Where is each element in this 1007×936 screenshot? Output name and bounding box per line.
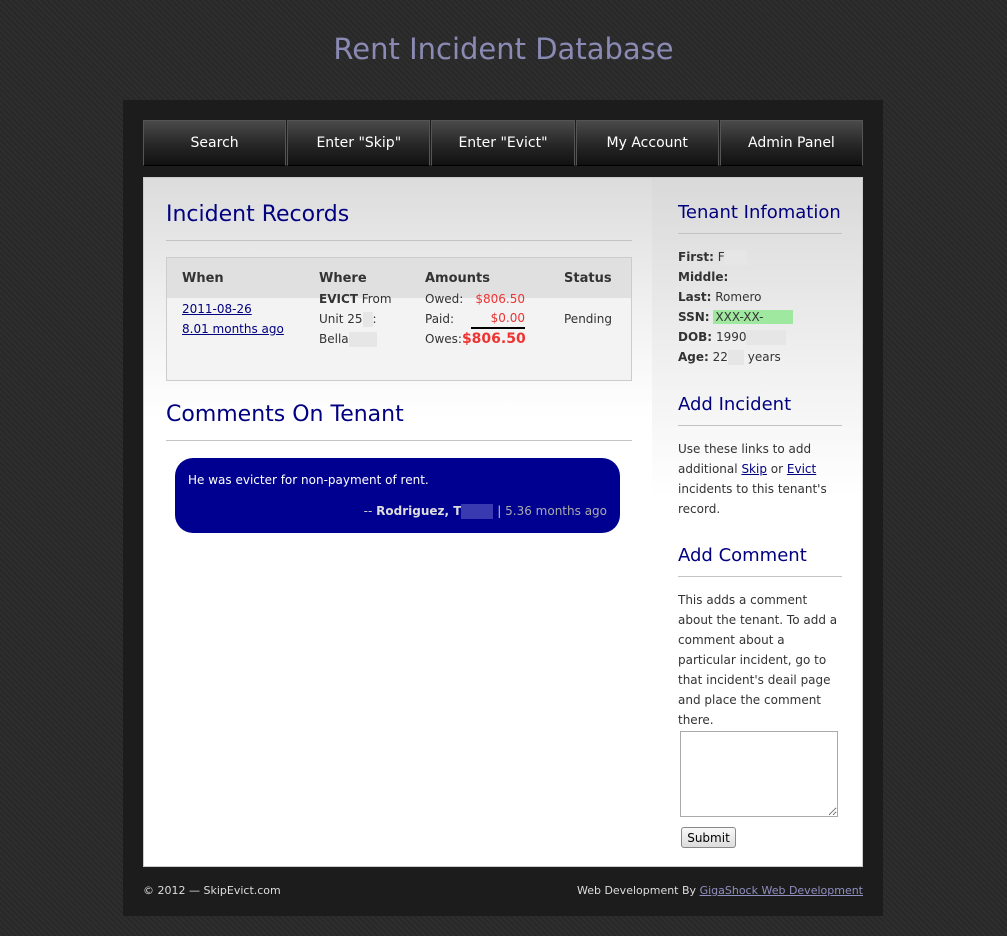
add-incident-block: Add Incident Use these links to add addi… <box>678 394 842 519</box>
footer-credits: Web Development By GigaShock Web Develop… <box>577 884 863 897</box>
page-wrapper: Search Enter "Skip" Enter "Evict" My Acc… <box>123 100 883 916</box>
incident-table: When Where Amounts Status 2011-08-26 8.0… <box>166 257 632 381</box>
owes-line: Owes: $806.50 <box>425 329 526 349</box>
site-title: Rent Incident Database <box>333 32 674 66</box>
comment-text: He was evicter for non-payment of rent. <box>188 473 429 487</box>
incident-records-header: Incident Records <box>166 202 632 241</box>
info-middle: Middle: <box>678 270 729 284</box>
skip-link[interactable]: Skip <box>741 462 767 476</box>
add-comment-header: Add Comment <box>678 545 842 577</box>
where-cell: EVICT From Unit 25: Bella <box>319 289 392 349</box>
comments-title: Comments On Tenant <box>166 402 404 427</box>
place-label: Bella <box>319 332 349 346</box>
tenant-info-title: Tenant Infomation <box>678 202 841 223</box>
tenant-info-block: Tenant Infomation First: F Middle: Last:… <box>678 202 842 367</box>
info-last: Last: Romero <box>678 290 762 304</box>
unit-suffix: : <box>372 312 377 326</box>
table-header: When Where Amounts Status <box>167 258 631 298</box>
unit-label: Unit 25 <box>319 312 363 326</box>
add-comment-title: Add Comment <box>678 545 807 566</box>
nav-enter-evict[interactable]: Enter "Evict" <box>431 120 575 166</box>
nav-search[interactable]: Search <box>143 120 287 166</box>
evict-link[interactable]: Evict <box>787 462 816 476</box>
incident-date-link[interactable]: 2011-08-26 <box>182 302 252 316</box>
footer-dev-label: Web Development By <box>576 884 697 897</box>
owes-label: Owes: <box>425 332 462 346</box>
header-amounts: Amounts <box>425 271 490 286</box>
owed-label: Owed: <box>425 292 464 306</box>
redacted-block <box>362 312 373 327</box>
footer-copyright: © 2012 — SkipEvict.com <box>143 884 281 897</box>
add-comment-block: Add Comment This adds a comment about th… <box>678 545 842 730</box>
comment-time: 5.36 months ago <box>505 504 607 518</box>
add-incident-title: Add Incident <box>678 394 792 415</box>
header-status: Status <box>564 271 612 286</box>
comment-prefix: -- <box>363 504 373 518</box>
tenant-info-header: Tenant Infomation <box>678 202 842 234</box>
redacted-block <box>727 350 744 365</box>
header-when: When <box>182 271 224 286</box>
info-dob: DOB: 1990 <box>678 327 842 347</box>
footer-dev-link[interactable]: GigaShock Web Development <box>700 884 863 897</box>
main-column: Incident Records When Where Amounts Stat… <box>144 178 652 866</box>
add-incident-text: Use these links to add additional Skip o… <box>678 442 827 516</box>
incident-ago-link[interactable]: 8.01 months ago <box>182 322 284 336</box>
redacted-block <box>348 332 377 347</box>
ssn-value: XXX-XX- <box>713 310 794 324</box>
nav-enter-skip[interactable]: Enter "Skip" <box>287 120 431 166</box>
redacted-block <box>724 250 747 265</box>
paid-line: Paid: $0.00 <box>425 309 525 329</box>
info-first: First: F <box>678 247 842 267</box>
comment-author: Rodriguez, T <box>376 504 462 518</box>
content-panel: Incident Records When Where Amounts Stat… <box>143 177 863 867</box>
add-comment-text: This adds a comment about the tenant. To… <box>678 593 838 727</box>
main-nav: Search Enter "Skip" Enter "Evict" My Acc… <box>143 120 864 166</box>
add-incident-header: Add Incident <box>678 394 842 426</box>
nav-my-account[interactable]: My Account <box>575 120 719 166</box>
comment-signature: -- Rodriguez, T | 5.36 months ago <box>364 504 607 519</box>
comment-separator: | <box>497 504 502 518</box>
comment-bubble: He was evicter for non-payment of rent. … <box>175 458 620 533</box>
redacted-block <box>746 330 787 345</box>
nav-admin-panel[interactable]: Admin Panel <box>719 120 864 166</box>
paid-label: Paid: <box>425 312 455 326</box>
header-where: Where <box>319 271 367 286</box>
status-cell: Pending <box>564 312 612 326</box>
when-cell: 2011-08-26 8.01 months ago <box>182 299 284 339</box>
redacted-block <box>461 504 494 519</box>
incident-type: EVICT <box>319 292 358 306</box>
owed-value: $806.50 <box>475 292 525 306</box>
submit-button[interactable]: Submit <box>681 827 736 848</box>
comments-header: Comments On Tenant <box>166 402 632 441</box>
sidebar: Tenant Infomation First: F Middle: Last:… <box>652 178 862 866</box>
paid-value: $0.00 <box>470 309 525 329</box>
info-age: Age: 22 years <box>678 350 781 365</box>
owed-line: Owed: $806.50 <box>425 289 525 309</box>
info-ssn: SSN: XXX-XX- <box>678 307 842 327</box>
amounts-cell: Owed: $806.50 Paid: $0.00 Owes: $806.50 <box>425 289 526 349</box>
owes-value: $806.50 <box>461 331 526 347</box>
from-label: From <box>361 292 392 306</box>
tenant-info-list: First: F Middle: Last: Romero SSN: XXX-X… <box>678 247 842 367</box>
incident-records-title: Incident Records <box>166 202 350 227</box>
comment-textarea[interactable] <box>680 731 838 817</box>
